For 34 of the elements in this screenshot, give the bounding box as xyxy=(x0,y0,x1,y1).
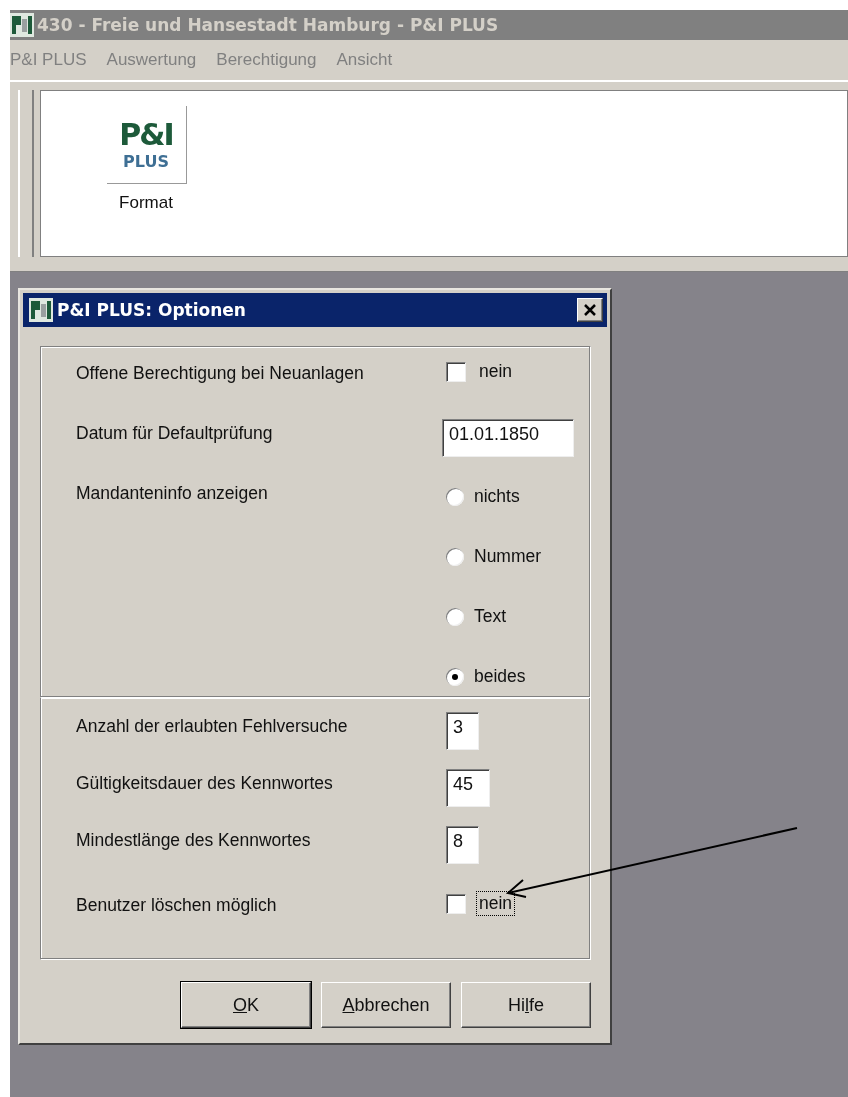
dialog-title: P&I PLUS: Optionen xyxy=(57,300,247,320)
option-label: Anzahl der erlaubten Fehlversuche xyxy=(76,715,349,737)
option-label: Mandanteninfo anzeigen xyxy=(76,482,269,504)
option-label: Offene Berechtigung bei Neuanlagen xyxy=(76,362,365,384)
option-label: Gültigkeitsdauer des Kennwortes xyxy=(76,772,334,794)
input-field[interactable]: 01.01.1850 xyxy=(442,419,574,457)
radio-label[interactable]: Nummer xyxy=(474,546,542,567)
radio-button[interactable] xyxy=(446,607,464,626)
radio-label[interactable]: beides xyxy=(474,666,526,687)
radio-button[interactable] xyxy=(446,667,464,686)
checkbox[interactable] xyxy=(446,893,466,914)
option-label: Datum für Defaultprüfung xyxy=(76,422,274,444)
toolbar-label[interactable]: Format xyxy=(119,193,173,213)
radio-label[interactable]: Text xyxy=(474,606,507,627)
window-title: 430 - Freie und Hansestadt Hamburg - P&I PLUS xyxy=(37,15,499,35)
app-icon xyxy=(29,298,53,322)
dialog-button[interactable]: Hilfe xyxy=(461,982,591,1028)
checkbox-label[interactable]: nein xyxy=(476,359,516,384)
close-button[interactable] xyxy=(577,298,603,322)
dialog-button[interactable]: OK xyxy=(181,982,311,1028)
app-icon xyxy=(10,13,34,37)
radio-label[interactable]: nichts xyxy=(474,486,520,507)
radio-button[interactable] xyxy=(446,547,464,566)
input-field[interactable]: 8 xyxy=(446,826,479,864)
radio-button[interactable] xyxy=(446,487,464,506)
dialog-button[interactable]: Abbrechen xyxy=(321,982,451,1028)
input-field[interactable]: 45 xyxy=(446,769,490,807)
checkbox-label[interactable]: nein xyxy=(476,891,516,916)
option-label: Benutzer löschen möglich xyxy=(76,894,278,916)
close-icon[interactable] xyxy=(583,303,597,317)
toolbar-grip[interactable] xyxy=(18,90,34,257)
option-label: Mindestlänge des Kennwortes xyxy=(76,829,312,851)
input-field[interactable]: 3 xyxy=(446,712,479,750)
checkbox[interactable] xyxy=(446,361,466,382)
